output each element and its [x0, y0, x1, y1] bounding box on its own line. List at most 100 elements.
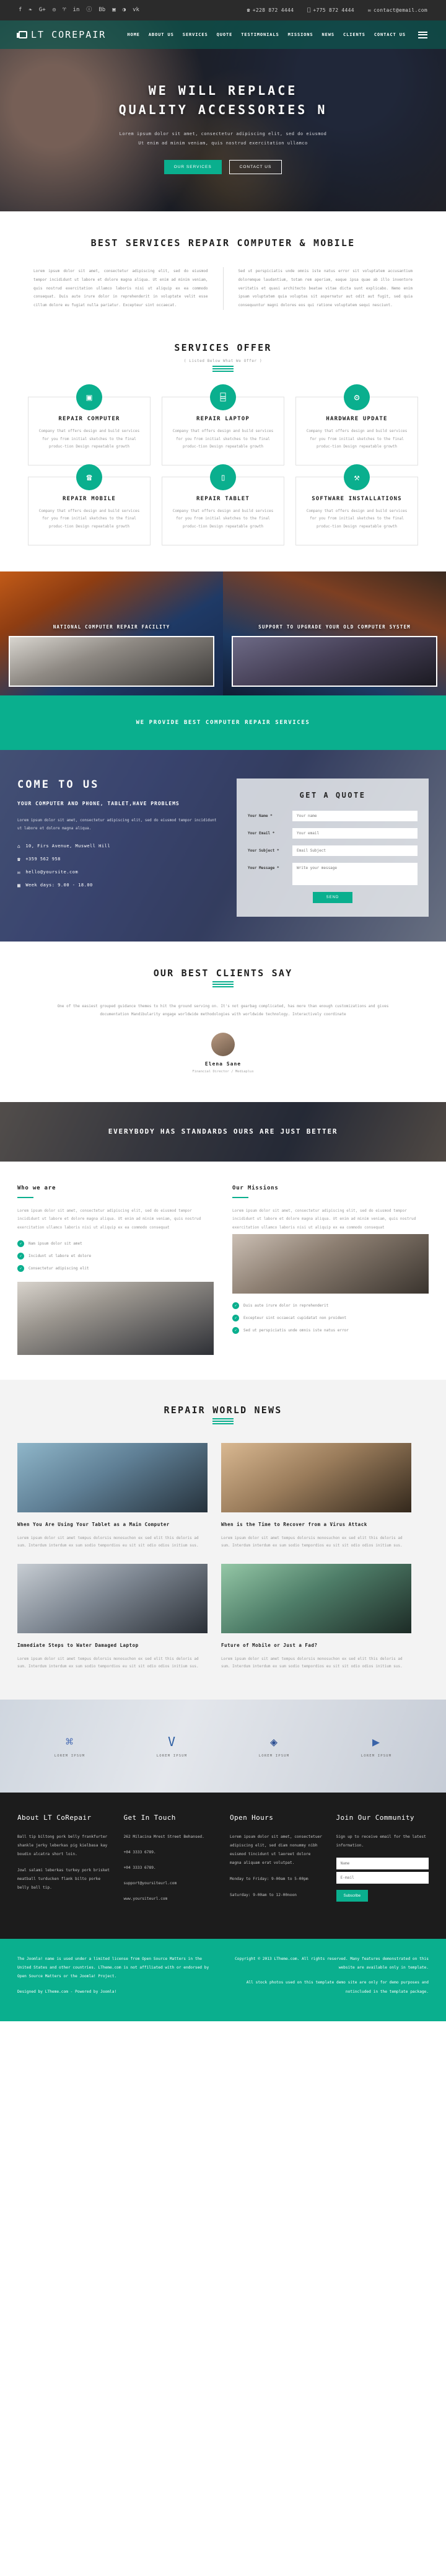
news-header: REPAIR WORLD NEWS [0, 1404, 446, 1424]
nav-item-missions[interactable]: MISSIONS [288, 32, 313, 37]
social-icon-behance[interactable]: Bb [98, 7, 105, 13]
news-post[interactable]: Immediate Steps to Water Damaged Laptop … [17, 1563, 208, 1671]
check-icon: ✓ [232, 1302, 239, 1309]
footer-hours-text: Lorem ipsum dolor sit amet, consectetuer… [230, 1835, 323, 1865]
social-icon-pinterest[interactable]: ◎ [53, 7, 56, 13]
service-card[interactable]: ▯ REPAIR TABLET Company that offers desi… [162, 464, 284, 545]
nav-item-quote[interactable]: QUOTE [217, 32, 233, 37]
nav-item-news[interactable]: NEWS [322, 32, 334, 37]
hero-contact-button[interactable]: CONTACT US [229, 160, 282, 175]
social-icon-linkedin[interactable]: in [73, 7, 80, 13]
brand-logo[interactable]: ▶ LOREM IPSUM [361, 1734, 392, 1758]
footer-about-title: About LT CoRepair [17, 1814, 92, 1822]
nav-item-clients[interactable]: CLIENTS [343, 32, 365, 37]
email-field[interactable] [292, 827, 418, 839]
list-item-label: Excepteur sint occaecat cupidatat non pr… [243, 1315, 347, 1320]
social-icon-facebook[interactable]: f [19, 7, 22, 13]
gear-icon: ⚙ [344, 384, 370, 410]
social-links[interactable]: f ❧ G+ ◎ ♈ in ⓘ Bb ▣ ◑ vk [19, 7, 247, 13]
banner-right: SUPPORT TO UPGRADE YOUR OLD COMPUTER SYS… [223, 571, 446, 695]
brand-logo[interactable]: ⌘ LOREM IPSUM [55, 1734, 85, 1758]
social-icon-googleplus[interactable]: G+ [39, 7, 46, 13]
footer-phone-1[interactable]: +04 3333 6789. [124, 1848, 217, 1857]
social-icon-instagram[interactable]: ⓘ [86, 7, 92, 13]
hero-services-button[interactable]: OUR SERVICES [164, 160, 222, 175]
best-services-text-left: Lorem ipsum dolor sit amet, consectetur … [19, 267, 224, 310]
clients-header: OUR BEST CLIENTS SAY [0, 968, 446, 987]
nav-item-services[interactable]: SERVICES [183, 32, 208, 37]
topbar-phone-1[interactable]: ☎ +228 872 4444 [247, 7, 294, 13]
service-card[interactable]: ⌸ REPAIR LAPTOP Company that offers desi… [162, 384, 284, 465]
our-missions-title: Our Missions [232, 1185, 279, 1192]
brand-logo[interactable]: ◈ LOREM IPSUM [259, 1734, 290, 1758]
news-post-title[interactable]: Future of Mobile or Just a Fad? [221, 1642, 411, 1649]
service-card[interactable]: ▣ REPAIR COMPUTER Company that offers de… [28, 384, 151, 465]
social-icon-rss[interactable]: ▣ [112, 7, 115, 13]
who-we-are-column: Who we are Lorem ipsum dolor sit amet, c… [17, 1185, 214, 1355]
footer-newsletter-column: Join Our Community Sign up to receive em… [336, 1814, 429, 1910]
news-post[interactable]: When You Are Using Your Tablet as a Main… [17, 1442, 208, 1550]
social-icon-vk[interactable]: vk [133, 7, 139, 13]
contact-phone[interactable]: ☎ +359 562 958 [17, 857, 222, 862]
contact-email[interactable]: ✉ hello@yoursite.com [17, 870, 222, 875]
news-title: REPAIR WORLD NEWS [164, 1404, 282, 1416]
service-card-text: Company that offers design and build ser… [38, 428, 140, 449]
site-logo[interactable]: LT COREPAIR [17, 29, 106, 40]
testimonial-text: One of the easiest grouped guidance them… [57, 1003, 389, 1017]
hamburger-menu-icon[interactable] [418, 31, 427, 38]
topbar-phone-2[interactable]: ⎕ +775 872 4444 [307, 7, 354, 13]
newsletter-name-input[interactable] [336, 1857, 429, 1869]
standards-banner: EVERYBODY HAS STANDARDS OURS ARE JUST BE… [0, 1102, 446, 1162]
best-services-header: BEST SERVICES REPAIR COMPUTER & MOBILE [0, 237, 446, 249]
news-post-title[interactable]: When is the Time to Recover from a Virus… [221, 1521, 411, 1528]
copyright-right: Copyright © 2013 LTheme.com. All rights … [231, 1955, 429, 2003]
who-we-are-section: Who we are Lorem ipsum dolor sit amet, c… [0, 1162, 446, 1380]
topbar-email[interactable]: ✉ contact@email.com [368, 7, 427, 13]
nav-item-about-us[interactable]: ABOUT US [149, 32, 174, 37]
service-card[interactable]: ⚒ SOFTWARE INSTALLATIONS Company that of… [295, 464, 418, 545]
social-icon-tumblr[interactable]: ◑ [123, 7, 126, 13]
hero-content: WE WILL REPLACE QUALITY ACCESSORIES N Lo… [0, 49, 446, 175]
brand-logo[interactable]: V LOREM IPSUM [157, 1734, 188, 1758]
name-field[interactable] [292, 810, 418, 821]
news-post[interactable]: When is the Time to Recover from a Virus… [221, 1442, 411, 1550]
service-card-title: REPAIR COMPUTER [58, 415, 120, 422]
who-we-are-title: Who we are [17, 1185, 56, 1192]
phone-2-text: +775 872 4444 [313, 7, 354, 13]
services-offer-header: SERVICES OFFER ( Listed Below What We Of… [0, 342, 446, 372]
brand-label: LOREM IPSUM [54, 1754, 85, 1758]
contact-tagline: YOUR COMPUTER AND PHONE, TABLET,HAVE PRO… [17, 800, 180, 806]
send-button[interactable]: SEND [312, 891, 353, 903]
quote-form-title: GET A QUOTE [299, 790, 366, 800]
message-field[interactable] [292, 862, 418, 885]
banner-left: NATIONAL COMPUTER REPAIR FACILITY [0, 571, 223, 695]
testimonial-author-role: Financial Director / Mediaplus [192, 1070, 254, 1074]
social-icon-twitter[interactable]: ❧ [28, 7, 32, 13]
contact-section: COME TO US YOUR COMPUTER AND PHONE, TABL… [0, 749, 446, 942]
news-post-title[interactable]: When You Are Using Your Tablet as a Main… [17, 1521, 208, 1528]
newsletter-email-input[interactable] [336, 1871, 429, 1884]
footer-phone-2[interactable]: +04 3333 6789. [124, 1864, 217, 1872]
footer-hours-weekdays: Monday to Friday: 9-00am to 5-00pm [230, 1876, 308, 1881]
contact-details-list: ⌂ 10, Firs Avenue, Muswell Hill ☎ +359 5… [17, 844, 222, 888]
service-card-text: Company that offers design and build ser… [306, 508, 408, 529]
brand-mark-icon: ⌘ [65, 1734, 74, 1750]
news-post-title[interactable]: Immediate Steps to Water Damaged Laptop [17, 1642, 208, 1649]
nav-item-contact-us[interactable]: CONTACT US [374, 32, 406, 37]
nav-item-testimonials[interactable]: TESTIMONIALS [241, 32, 279, 37]
news-post[interactable]: Future of Mobile or Just a Fad? Lorem ip… [221, 1563, 411, 1671]
footer-email[interactable]: support@yoursiteurl.com [124, 1879, 217, 1888]
services-offer-section: SERVICES OFFER ( Listed Below What We Of… [0, 336, 446, 571]
subject-field[interactable] [292, 845, 418, 856]
nav-item-home[interactable]: HOME [127, 32, 139, 37]
footer-website[interactable]: www.yoursiteurl.com [124, 1895, 217, 1903]
hero-paragraph-2: Ut enim ad minim veniam, quis nostrud ex… [138, 140, 308, 146]
calendar-icon: ▦ [17, 882, 21, 888]
subscribe-button[interactable]: Subscribe [336, 1889, 369, 1902]
contact-info-panel: COME TO US YOUR COMPUTER AND PHONE, TABL… [17, 779, 222, 917]
service-card[interactable]: ☎ REPAIR MOBILE Company that offers desi… [28, 464, 151, 545]
phone-icon: ☎ [247, 7, 250, 13]
nav-menu[interactable]: HOME ABOUT US SERVICES QUOTE TESTIMONIAL… [127, 32, 418, 37]
social-icon-dribbble[interactable]: ♈ [63, 7, 66, 13]
service-card[interactable]: ⚙ HARDWARE UPDATE Company that offers de… [295, 384, 418, 465]
